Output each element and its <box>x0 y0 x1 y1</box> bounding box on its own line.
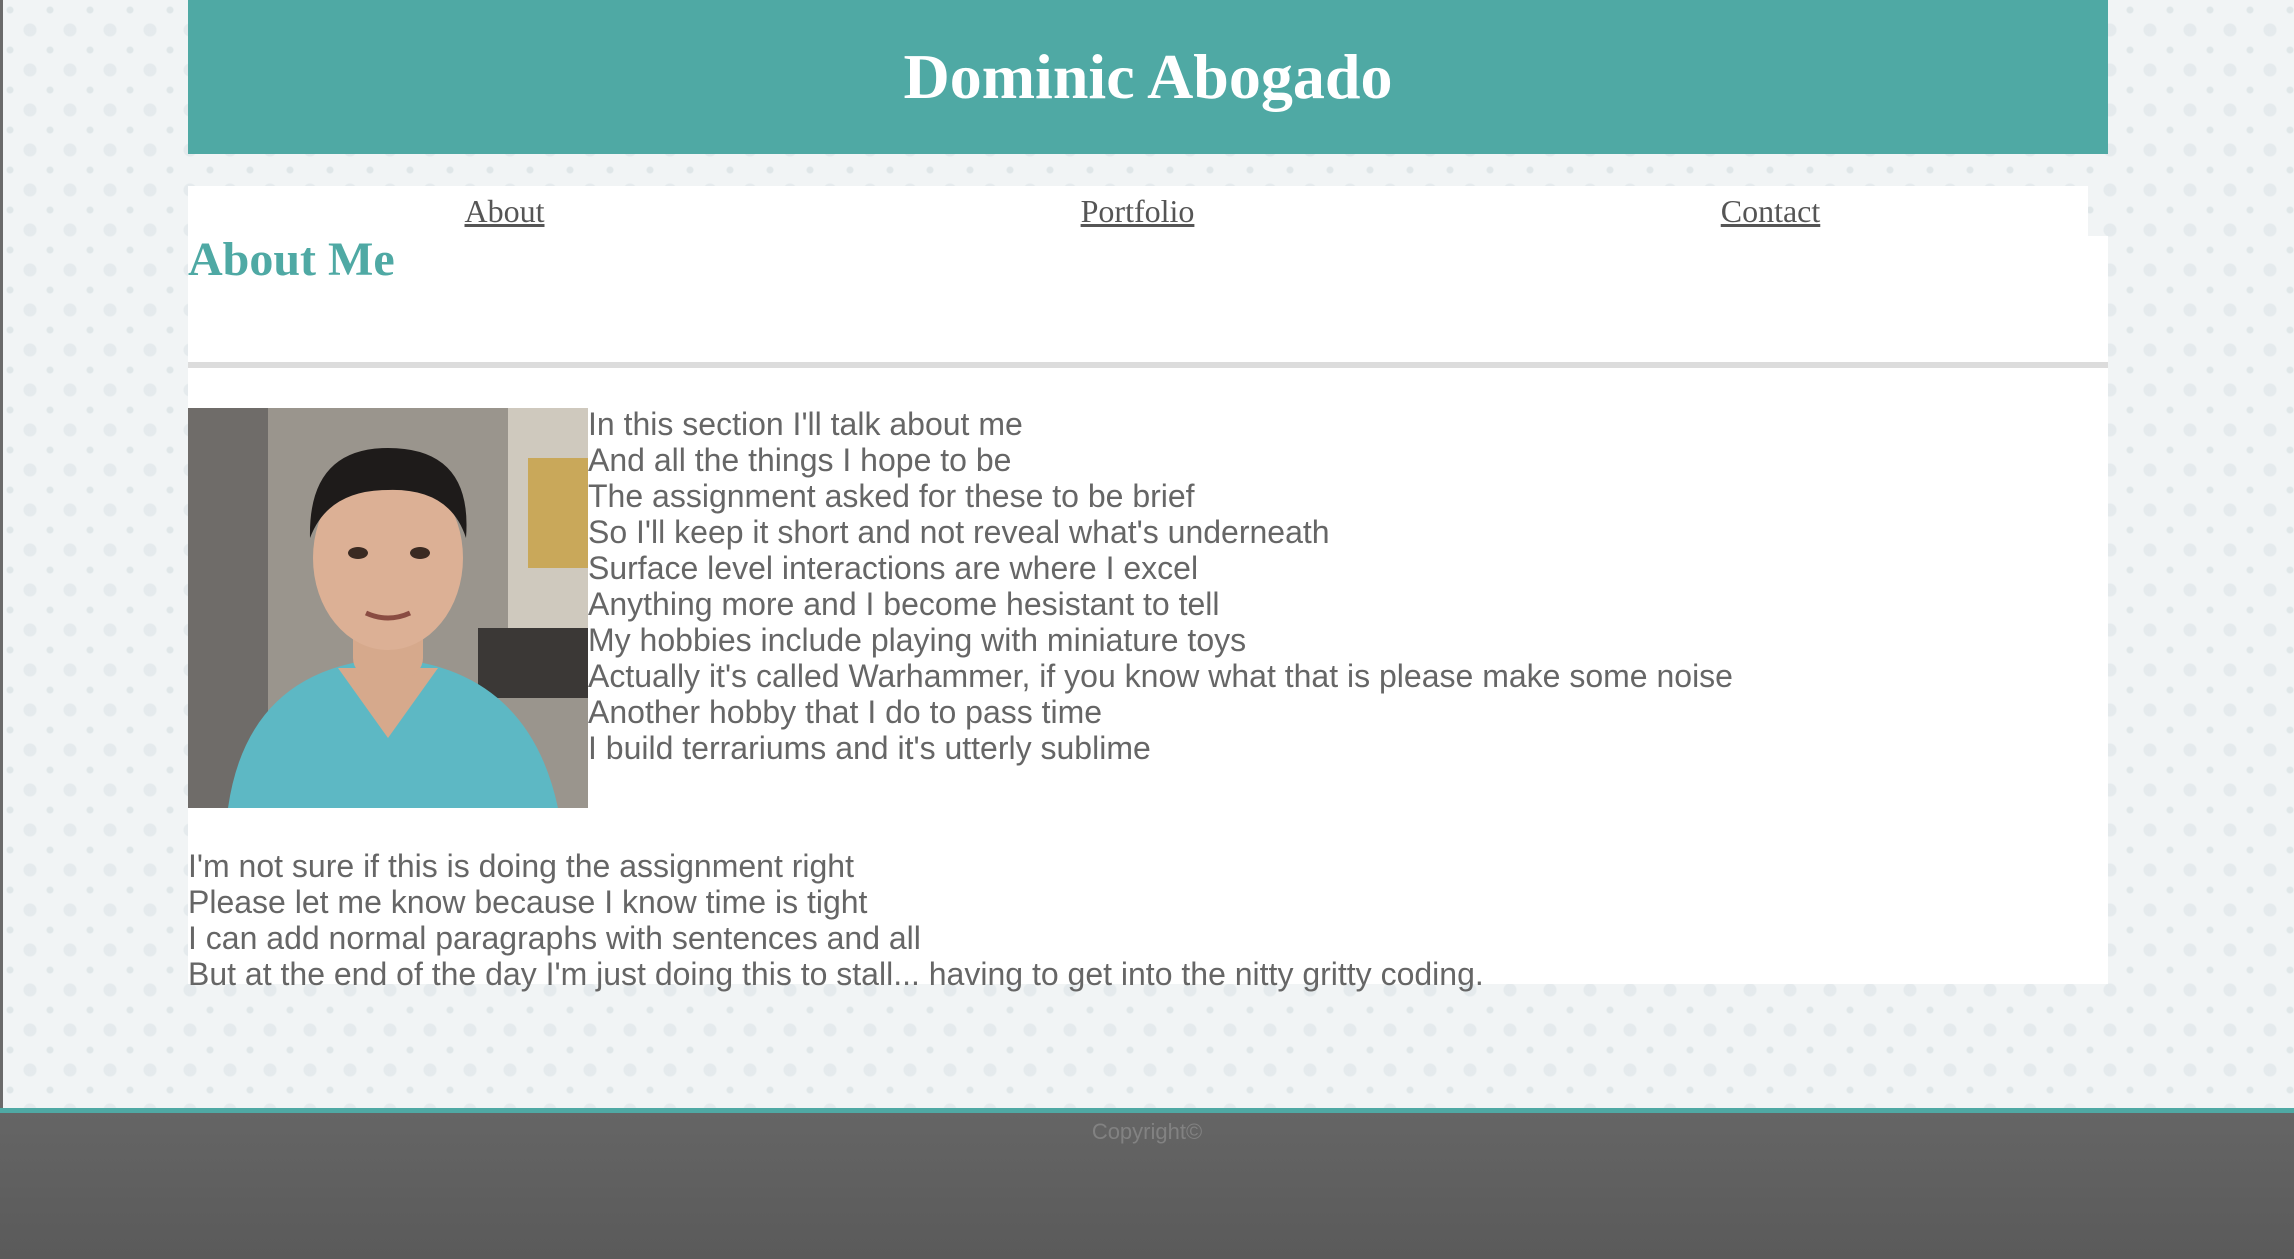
section-divider <box>188 362 2108 368</box>
window-edge <box>0 0 3 1110</box>
copyright-text: Copyright© <box>1091 1119 1203 1144</box>
poem-text: In this section I'll talk about me And a… <box>588 406 1733 766</box>
profile-photo <box>188 408 588 808</box>
poem-line: Surface level interactions are where I e… <box>588 550 1199 586</box>
page-container: Dominic Abogado About Portfolio Contact … <box>188 0 2108 992</box>
notes-paragraph: I'm not sure if this is doing the assign… <box>188 848 1484 992</box>
poem-line: Actually it's called Warhammer, if you k… <box>588 658 1733 694</box>
main-nav: About Portfolio Contact <box>188 186 2088 236</box>
poem-line: In this section I'll talk about me <box>588 406 1023 442</box>
note-line: But at the end of the day I'm just doing… <box>188 956 1484 992</box>
poem-line: I build terrariums and it's utterly subl… <box>588 730 1151 766</box>
poem-line: The assignment asked for these to be bri… <box>588 478 1195 514</box>
note-line: Please let me know because I know time i… <box>188 884 868 920</box>
about-section: About Me In this section I'll talk about <box>188 236 2108 992</box>
site-header: Dominic Abogado <box>188 0 2108 154</box>
nav-link-contact[interactable]: Contact <box>1454 193 2087 230</box>
poem-line: Another hobby that I do to pass time <box>588 694 1103 730</box>
nav-link-portfolio[interactable]: Portfolio <box>821 193 1454 230</box>
profile-photo-graphic <box>188 408 588 808</box>
poem-line: My hobbies include playing with miniatur… <box>588 622 1247 658</box>
note-line: I can add normal paragraphs with sentenc… <box>188 920 921 956</box>
poem-line: And all the things I hope to be <box>588 442 1012 478</box>
site-footer: Copyright© <box>0 1108 2294 1259</box>
section-heading: About Me <box>188 233 395 286</box>
site-title: Dominic Abogado <box>903 41 1393 112</box>
poem-line: Anything more and I become hesistant to … <box>588 586 1220 622</box>
poem-line: So I'll keep it short and not reveal wha… <box>588 514 1330 550</box>
note-line: I'm not sure if this is doing the assign… <box>188 848 854 884</box>
